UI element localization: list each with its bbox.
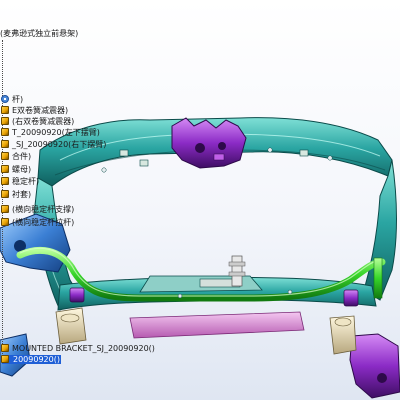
3d-viewport[interactable] — [0, 0, 400, 400]
tree-item-label: T_20090920(左下摆臂) — [12, 128, 100, 137]
tree-item-label: (横向稳定杆拉杆) — [12, 218, 75, 227]
part-icon — [1, 165, 9, 173]
tree-item-label: 螺母) — [12, 165, 32, 174]
tree-item-label: E双卷簧减震器) — [12, 106, 69, 115]
tree-item-label: MOUNTED BRACKET_SJ_20090920() — [12, 344, 155, 353]
tree-item[interactable]: 稳定杆) — [1, 177, 40, 186]
tree-item[interactable]: 衬套) — [1, 190, 32, 199]
part-icon — [1, 205, 9, 213]
tree-root-node[interactable]: (麦弗逊式独立前悬架) — [0, 29, 78, 38]
tree-item[interactable]: T_20090920(左下摆臂) — [1, 128, 100, 137]
part-icon — [1, 128, 9, 136]
right-front-bushing — [329, 315, 357, 355]
tree-item[interactable]: 螺母) — [1, 165, 32, 174]
part-icon — [1, 190, 9, 198]
part-icon — [1, 355, 9, 363]
tree-item-label: (横向稳定杆支撑) — [12, 205, 75, 214]
left-front-bushing — [55, 307, 87, 345]
tree-item[interactable]: 20090920() — [1, 355, 61, 364]
tree-item-label: 20090920() — [13, 355, 60, 364]
right-lower-control-arm — [349, 333, 400, 399]
tree-item[interactable]: (横向稳定杆拉杆) — [1, 218, 75, 227]
part-icon — [1, 177, 9, 185]
part-icon — [1, 152, 9, 160]
tree-item-label: (右双卷簧减震器) — [12, 117, 75, 126]
part-icon — [1, 106, 9, 114]
tree-item[interactable]: (右双卷簧减震器) — [1, 117, 75, 126]
tree-item-label: 杆) — [12, 95, 24, 104]
tree-item[interactable]: MOUNTED BRACKET_SJ_20090920() — [1, 344, 155, 353]
tree-item-label: 稳定杆) — [12, 177, 40, 186]
fasteners — [101, 147, 333, 299]
tree-item[interactable]: (横向稳定杆支撑) — [1, 205, 75, 214]
tree-item-label: 衬套) — [12, 190, 32, 199]
part-icon — [1, 344, 9, 352]
tree-item[interactable]: E双卷簧减震器) — [1, 106, 69, 115]
stabilizer-link-right — [373, 257, 383, 299]
tree-item[interactable]: 合件) — [1, 152, 32, 161]
part-icon — [1, 117, 9, 125]
tree-item[interactable]: _SJ_20090920(右下摆臂) — [1, 140, 107, 149]
tree-item[interactable]: 杆) — [1, 95, 24, 104]
stabilizer-bar-clamp-right — [343, 289, 359, 307]
gear-icon — [1, 95, 9, 103]
tree-item-label: 合件) — [12, 152, 32, 161]
stabilizer-bar-clamp-left — [69, 287, 85, 303]
part-icon — [1, 140, 9, 148]
part-icon — [1, 218, 9, 226]
upper-mount-bracket — [171, 117, 247, 169]
steering-rack — [129, 311, 305, 339]
tree-item-label: _SJ_20090920(右下摆臂) — [12, 140, 107, 149]
